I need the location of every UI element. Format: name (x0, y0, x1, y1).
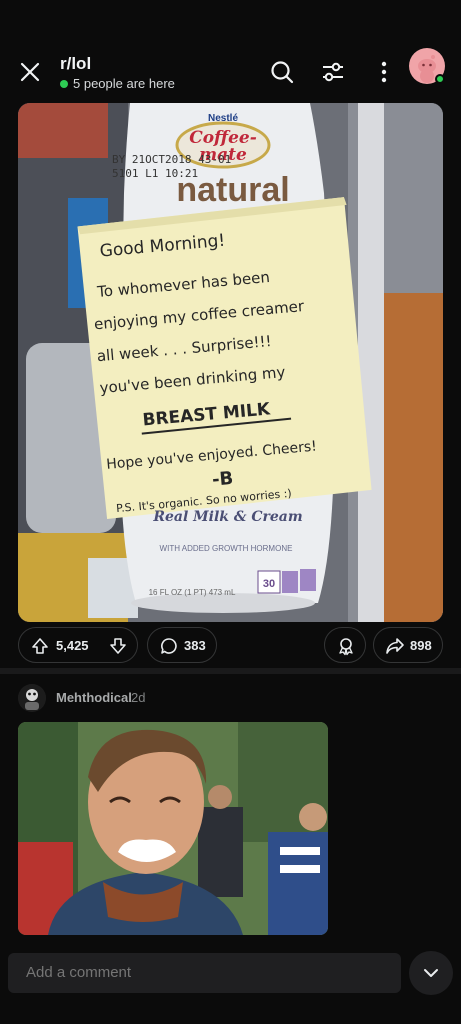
chevron-down-icon (424, 969, 438, 977)
comment-author-avatar[interactable] (18, 684, 46, 712)
post-action-bar: 5,425 383 898 (18, 627, 443, 663)
share-button[interactable]: 898 (373, 627, 443, 663)
close-button[interactable] (16, 58, 44, 86)
upvote-arrow-icon (32, 638, 48, 654)
comment-gif-image[interactable] (18, 722, 328, 935)
comment-bubble-icon-wrap (160, 637, 178, 655)
comments-button[interactable]: 383 (147, 627, 217, 663)
award-button[interactable] (324, 627, 366, 663)
filter-icon (323, 62, 343, 82)
share-count: 898 (410, 638, 432, 653)
downvote-arrow-icon (110, 638, 126, 654)
comment-author-name[interactable]: Mehthodical (56, 690, 132, 705)
online-status-icon (435, 74, 445, 84)
post-header: r/lol 5 people are here (0, 40, 461, 102)
note-line-8: -B (211, 468, 234, 491)
vote-control: 5,425 (18, 627, 138, 663)
section-divider (0, 668, 461, 674)
user-avatar-icon (18, 684, 46, 712)
online-dot-icon (60, 79, 68, 88)
comment-timestamp: 2d (131, 690, 146, 705)
bottle-word: natural (176, 171, 289, 209)
more-options-button[interactable] (371, 59, 397, 85)
sticky-note: Good Morning! To whomever has been enjoy… (77, 197, 372, 520)
comment-bubble-icon (161, 638, 177, 654)
comment-composer-bar (0, 945, 461, 1024)
add-comment-input[interactable] (8, 953, 401, 993)
bottle-calories: 30 (263, 578, 275, 590)
close-icon (20, 62, 40, 82)
bottle-code-1: BY 21OCT2018 43-01 (112, 153, 231, 166)
subreddit-name[interactable]: r/lol (60, 54, 175, 74)
filter-button[interactable] (320, 59, 346, 85)
bottle-bottom-line1: Real Milk & Cream (152, 509, 302, 525)
subreddit-title-block[interactable]: r/lol 5 people are here (60, 54, 175, 91)
bottle-bottom-line2: WITH ADDED GROWTH HORMONE (160, 544, 293, 553)
downvote-button[interactable] (109, 637, 127, 655)
search-icon (271, 61, 294, 84)
share-arrow-icon (386, 638, 404, 654)
bottle-volume: 16 FL OZ (1 PT) 473 mL (149, 588, 236, 597)
comment-count: 383 (184, 638, 206, 653)
more-icon (381, 61, 387, 83)
award-icon-wrap (336, 636, 356, 656)
presence-text: 5 people are here (73, 76, 175, 91)
presence-indicator: 5 people are here (60, 76, 175, 91)
collapse-button[interactable] (409, 951, 453, 995)
search-button[interactable] (269, 59, 295, 85)
upvote-count: 5,425 (56, 638, 89, 653)
share-icon-wrap (385, 637, 405, 655)
post-image[interactable]: Nestlé Coffee- mate BY 21OCT2018 43-01 5… (18, 103, 443, 622)
award-icon (339, 638, 353, 656)
upvote-button[interactable] (31, 637, 49, 655)
